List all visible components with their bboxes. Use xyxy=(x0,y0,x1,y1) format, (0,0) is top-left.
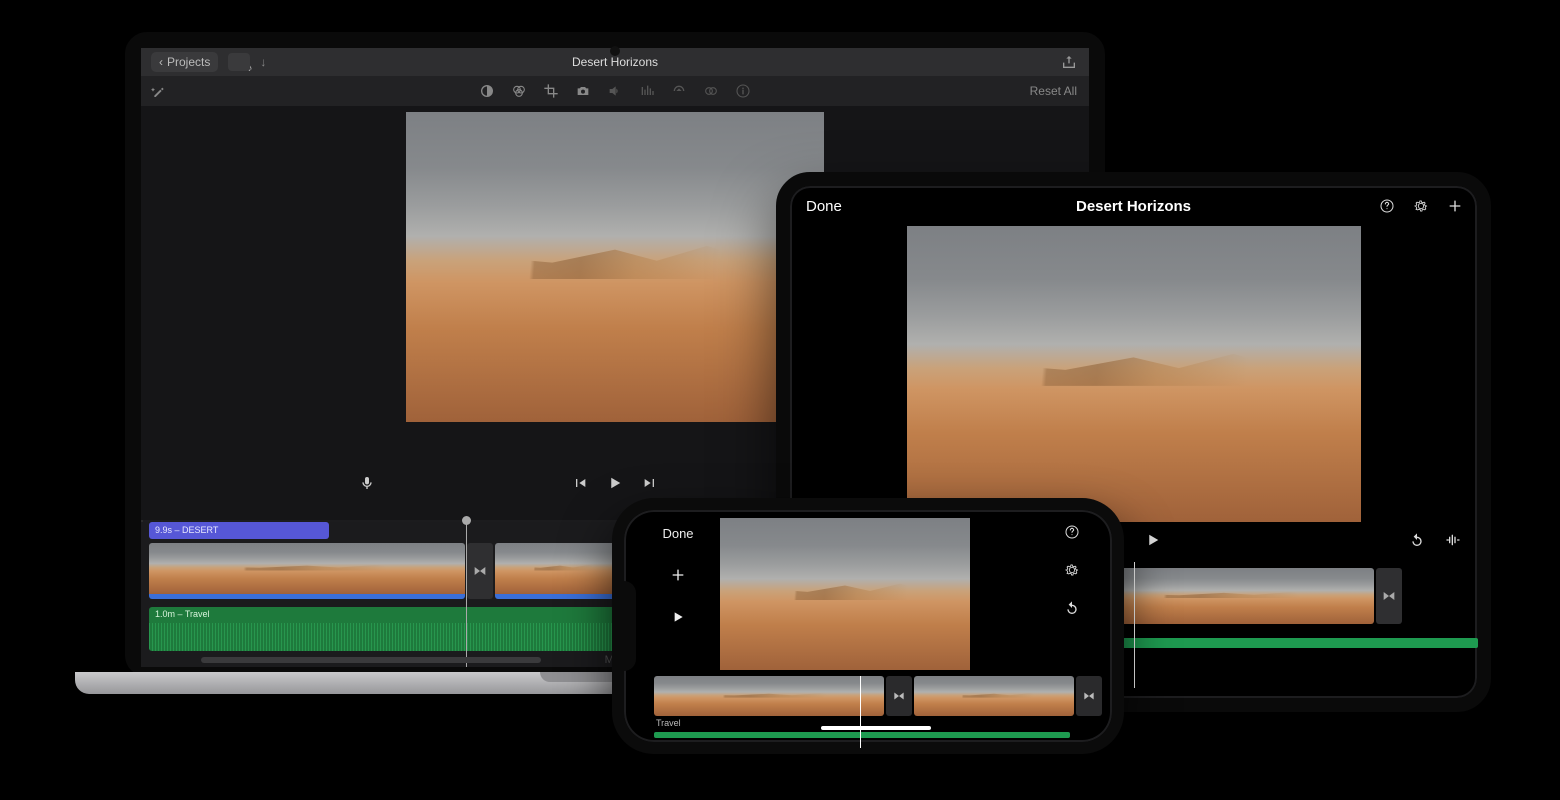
projects-back-button[interactable]: ‹ Projects xyxy=(151,52,218,72)
volume-icon[interactable] xyxy=(607,83,623,99)
settings-gear-icon[interactable] xyxy=(1064,562,1080,578)
ipad-playhead[interactable] xyxy=(1134,562,1135,688)
help-icon[interactable] xyxy=(1379,198,1395,214)
stabilization-camera-icon[interactable] xyxy=(575,83,591,99)
transition-block[interactable] xyxy=(467,543,493,599)
mac-timeline-scrollbar[interactable] xyxy=(201,657,541,663)
mac-adjust-toolbar: Reset All xyxy=(141,76,1089,106)
color-correction-icon[interactable] xyxy=(511,83,527,99)
settings-gear-icon[interactable] xyxy=(1413,198,1429,214)
ipad-preview-frame xyxy=(907,226,1361,522)
filters-overlap-icon[interactable] xyxy=(703,83,719,99)
video-clip-1[interactable] xyxy=(149,543,465,599)
iphone-device: Done Travel xyxy=(612,498,1124,754)
iphone-preview-frame xyxy=(720,518,970,670)
skip-back-icon[interactable] xyxy=(572,475,588,491)
iphone-audio-track[interactable] xyxy=(654,732,1070,738)
media-library-button[interactable] xyxy=(228,53,250,71)
ipad-viewer xyxy=(790,226,1477,522)
title-clip[interactable]: 9.9s – DESERT xyxy=(149,522,329,539)
ipad-done-button[interactable]: Done xyxy=(806,198,842,215)
mac-playhead[interactable] xyxy=(466,522,467,667)
chevron-left-icon: ‹ xyxy=(159,55,163,69)
iphone-right-controls xyxy=(1046,524,1098,616)
iphone-playhead[interactable] xyxy=(860,676,861,748)
iphone-video-track xyxy=(650,676,1102,716)
audio-waveform-icon[interactable] xyxy=(1445,532,1461,548)
transition-block[interactable] xyxy=(1376,568,1402,624)
skip-forward-icon[interactable] xyxy=(642,475,658,491)
transition-block-2[interactable] xyxy=(1076,676,1102,716)
add-plus-icon[interactable] xyxy=(1447,198,1463,214)
help-icon[interactable] xyxy=(1064,524,1080,540)
transition-block[interactable] xyxy=(886,676,912,716)
speed-gauge-icon[interactable] xyxy=(671,83,687,99)
mac-project-title: Desert Horizons xyxy=(572,55,658,69)
add-plus-icon[interactable] xyxy=(670,567,686,583)
reset-all-button[interactable]: Reset All xyxy=(1030,84,1077,98)
mac-preview-frame xyxy=(406,112,824,422)
projects-back-label: Projects xyxy=(167,55,210,69)
play-icon[interactable] xyxy=(1144,531,1162,549)
info-icon[interactable] xyxy=(735,83,751,99)
play-icon[interactable] xyxy=(670,609,686,625)
magic-wand-icon[interactable] xyxy=(151,83,167,99)
iphone-done-button[interactable]: Done xyxy=(662,526,693,541)
audio-waveform xyxy=(149,623,617,651)
iphone-notch xyxy=(622,581,636,671)
ipad-header: Done Desert Horizons xyxy=(790,186,1477,226)
microphone-icon[interactable] xyxy=(359,475,375,491)
audio-clip-label: 1.0m – Travel xyxy=(155,609,210,619)
iphone-audio-label: Travel xyxy=(656,718,681,728)
noise-reduction-icon[interactable] xyxy=(639,83,655,99)
audio-clip[interactable]: 1.0m – Travel xyxy=(149,607,617,651)
ipad-audio-track[interactable] xyxy=(1074,638,1478,648)
share-icon[interactable] xyxy=(1061,54,1077,70)
video-clip-2[interactable] xyxy=(914,676,1074,716)
ipad-project-title: Desert Horizons xyxy=(1076,198,1191,215)
iphone-timeline[interactable]: Travel xyxy=(650,676,1102,748)
play-icon[interactable] xyxy=(606,474,624,492)
iphone-screen: Done Travel xyxy=(650,518,1102,734)
import-arrow-down-icon[interactable]: ↓ xyxy=(260,55,266,69)
color-balance-icon[interactable] xyxy=(479,83,495,99)
undo-icon[interactable] xyxy=(1064,600,1080,616)
undo-icon[interactable] xyxy=(1409,532,1425,548)
video-clip-1[interactable] xyxy=(654,676,884,716)
crop-icon[interactable] xyxy=(543,83,559,99)
video-clip-2[interactable] xyxy=(495,543,625,599)
iphone-home-indicator[interactable] xyxy=(821,726,931,730)
